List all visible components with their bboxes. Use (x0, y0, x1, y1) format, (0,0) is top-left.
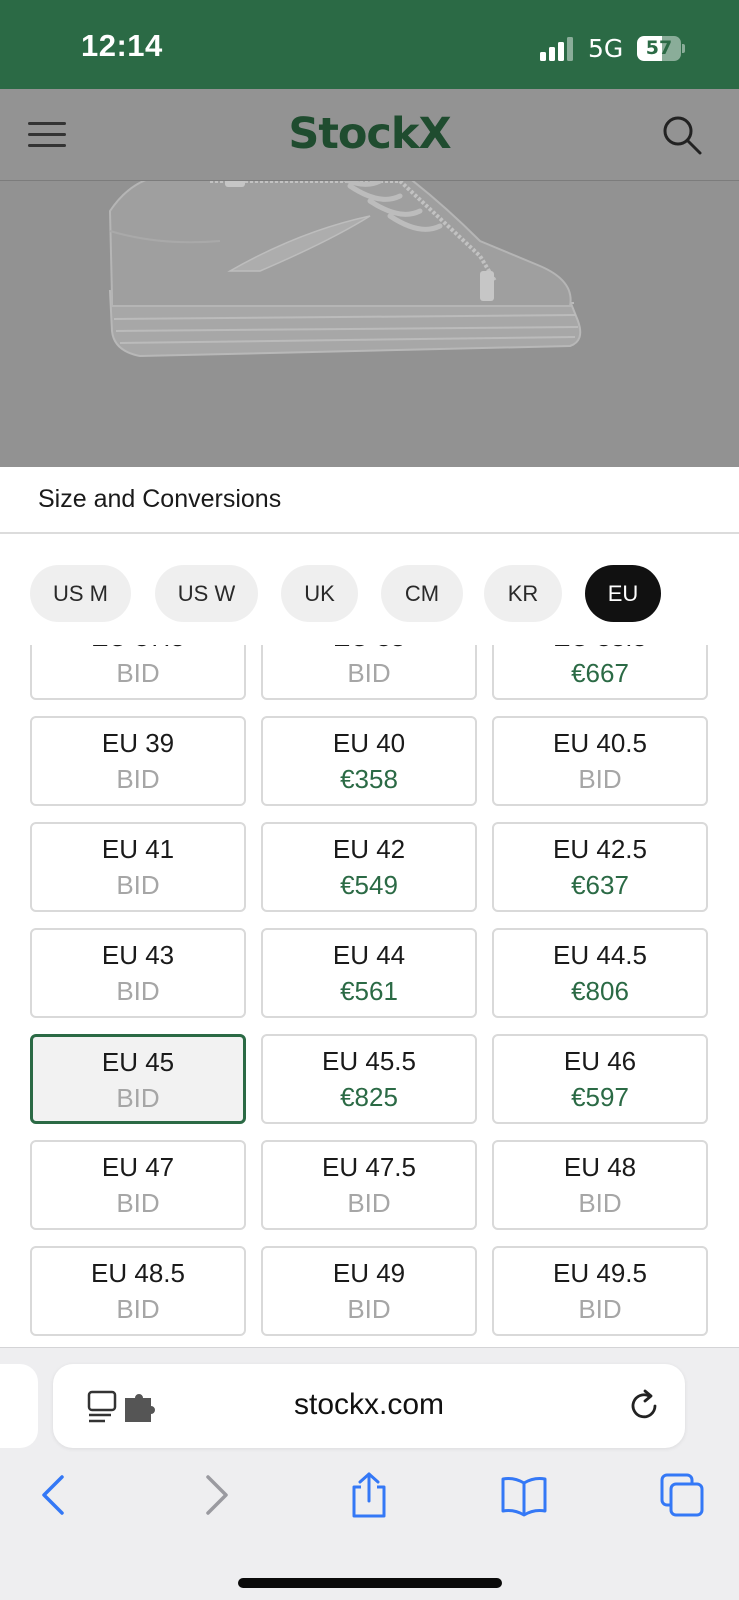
bid-label: BID (578, 764, 622, 794)
network-type: 5G (588, 34, 624, 63)
size-option[interactable]: EU 47 BID (30, 1140, 246, 1230)
size-label: EU 46 (563, 1046, 637, 1076)
reload-icon[interactable] (627, 1388, 663, 1424)
battery-percent: 57 (645, 37, 673, 59)
bid-label: BID (578, 1188, 622, 1218)
size-label: EU 40.5 (553, 728, 647, 758)
size-option[interactable]: EU 42.5 €637 (492, 822, 708, 912)
size-label: EU 37.5 (32, 645, 244, 653)
size-system-chip-us-w[interactable]: US W (155, 565, 258, 622)
size-label: EU 44 (332, 940, 406, 970)
size-label: EU 47 (101, 1152, 175, 1182)
bid-label: BID (116, 764, 160, 794)
home-indicator (238, 1578, 502, 1588)
size-system-chip-us-m[interactable]: US M (30, 565, 131, 622)
size-option[interactable]: EU 49 BID (261, 1246, 477, 1336)
size-option[interactable]: EU 41 BID (30, 822, 246, 912)
sheet-title: Size and Conversions (38, 485, 282, 513)
size-option[interactable]: EU 42 €549 (261, 822, 477, 912)
size-price: €561 (340, 976, 398, 1006)
size-option[interactable]: EU 44.5 €806 (492, 928, 708, 1018)
size-label: EU 47.5 (322, 1152, 416, 1182)
size-option[interactable]: EU 38.5 €667 (492, 645, 708, 700)
bid-label: BID (347, 658, 391, 688)
size-label: EU 42 (332, 834, 406, 864)
size-label: EU 38.5 (494, 645, 706, 653)
size-system-chip-eu[interactable]: EU (585, 565, 661, 622)
size-option[interactable]: EU 48 BID (492, 1140, 708, 1230)
size-label: EU 49 (332, 1258, 406, 1288)
page: 12:14 5G 57 StockX Size and Conversions … (0, 0, 739, 1600)
size-label: EU 40 (332, 728, 406, 758)
stockx-logo[interactable]: StockX (0, 109, 739, 159)
size-label: EU 39 (101, 728, 175, 758)
battery-body: 57 (637, 36, 681, 61)
size-label: EU 45 (101, 1047, 175, 1077)
tabs-icon[interactable] (658, 1471, 706, 1519)
size-option[interactable]: EU 45 BID (30, 1034, 246, 1124)
share-icon[interactable] (345, 1471, 393, 1519)
size-price: €806 (571, 976, 629, 1006)
sneaker-image (108, 181, 582, 358)
bookmarks-icon[interactable] (500, 1471, 548, 1519)
size-price: €549 (340, 870, 398, 900)
address-bar[interactable]: stockx.com (53, 1364, 685, 1448)
size-option[interactable]: EU 40 €358 (261, 716, 477, 806)
size-system-chip-cm[interactable]: CM (381, 565, 463, 622)
forward-icon[interactable] (190, 1471, 238, 1519)
size-option[interactable]: EU 44 €561 (261, 928, 477, 1018)
bid-label: BID (116, 1083, 160, 1113)
size-label: EU 44.5 (553, 940, 647, 970)
bid-label: BID (116, 1294, 160, 1324)
bid-label: BID (116, 658, 160, 688)
size-label: EU 38 (263, 645, 475, 653)
bid-label: BID (578, 1294, 622, 1324)
browser-toolbar: stockx.com (0, 1347, 739, 1600)
bid-label: BID (116, 976, 160, 1006)
size-label: EU 43 (101, 940, 175, 970)
size-label: EU 49.5 (553, 1258, 647, 1288)
size-price: €358 (340, 764, 398, 794)
size-grid-viewport[interactable]: EU 37.5BIDEU 38BIDEU 38.5€667EU 39BIDEU … (0, 645, 739, 1347)
product-image-area (0, 181, 739, 467)
size-sheet: Size and Conversions US M US W UK CM KR EU EU… (0, 467, 739, 1347)
size-option[interactable]: EU 43 BID (30, 928, 246, 1018)
size-price: €825 (340, 1082, 398, 1112)
size-price: €667 (571, 658, 629, 688)
bid-label: BID (116, 1188, 160, 1218)
size-option[interactable]: EU 39 BID (30, 716, 246, 806)
size-label: EU 41 (101, 834, 175, 864)
battery-tip (682, 44, 685, 53)
previous-tab-preview[interactable] (0, 1364, 38, 1448)
size-option[interactable]: EU 45.5 €825 (261, 1034, 477, 1124)
size-label: EU 48.5 (91, 1258, 185, 1288)
size-label: EU 45.5 (322, 1046, 416, 1076)
cellular-signal-icon (540, 37, 573, 61)
size-option[interactable]: EU 46 €597 (492, 1034, 708, 1124)
size-label: EU 48 (563, 1152, 637, 1182)
battery-icon: 57 (637, 36, 685, 61)
size-price: €597 (571, 1082, 629, 1112)
size-label: EU 42.5 (553, 834, 647, 864)
size-option[interactable]: EU 49.5 BID (492, 1246, 708, 1336)
size-option[interactable]: EU 37.5 BID (30, 645, 246, 700)
bid-label: BID (347, 1188, 391, 1218)
url-text[interactable]: stockx.com (53, 1388, 685, 1422)
size-system-chips: US M US W UK CM KR EU (0, 565, 739, 625)
divider (0, 532, 739, 534)
size-option[interactable]: EU 40.5 BID (492, 716, 708, 806)
status-bar: 12:14 5G 57 (0, 0, 739, 89)
bid-label: BID (347, 1294, 391, 1324)
size-system-chip-kr[interactable]: KR (484, 565, 562, 622)
size-price: €637 (571, 870, 629, 900)
search-icon[interactable] (660, 113, 704, 157)
back-icon[interactable] (32, 1471, 80, 1519)
status-time: 12:14 (81, 28, 163, 63)
site-header: StockX (0, 89, 739, 181)
size-option[interactable]: EU 48.5 BID (30, 1246, 246, 1336)
bid-label: BID (116, 870, 160, 900)
size-option[interactable]: EU 38 BID (261, 645, 477, 700)
size-system-chip-uk[interactable]: UK (281, 565, 358, 622)
size-option[interactable]: EU 47.5 BID (261, 1140, 477, 1230)
